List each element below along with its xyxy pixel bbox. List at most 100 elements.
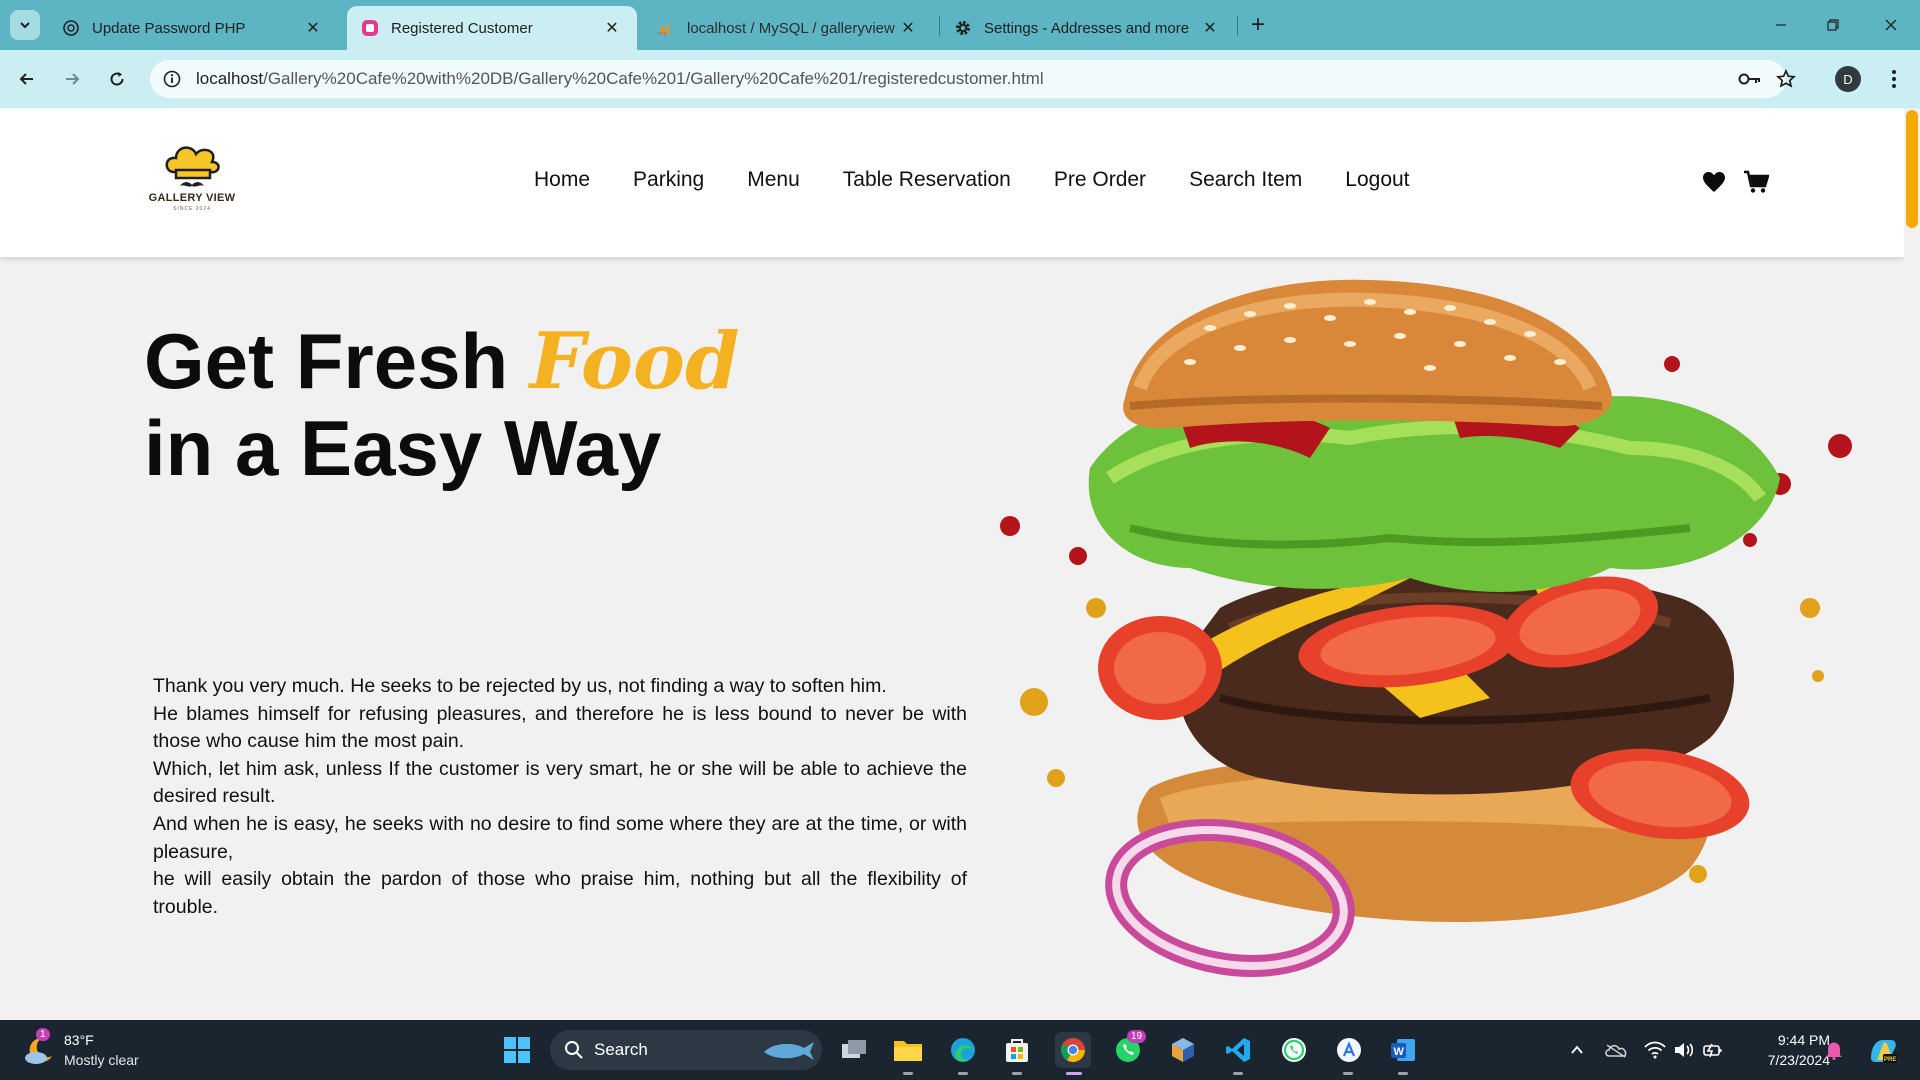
running-indicator <box>1343 1072 1353 1075</box>
burger-hero-image <box>1000 279 1852 977</box>
task-view-icon[interactable] <box>836 1032 872 1068</box>
search-icon <box>565 1041 583 1059</box>
chef-hat-logo-icon <box>165 146 220 187</box>
svg-text:php: php <box>658 31 667 37</box>
close-tab-icon[interactable]: ✕ <box>1199 17 1221 39</box>
running-indicator <box>1398 1072 1408 1075</box>
nav-home[interactable]: Home <box>534 168 590 192</box>
nav-pre-order[interactable]: Pre Order <box>1054 168 1146 192</box>
cart-icon[interactable] <box>1742 168 1770 196</box>
windows-taskbar: 1 83°F Mostly clear Search 19 W 9:44 PM … <box>0 1020 1920 1080</box>
logo-since-text: SINCE 2024 <box>173 206 211 212</box>
restore-button[interactable] <box>1810 8 1856 42</box>
arrow-left-icon <box>19 73 33 85</box>
browser-toolbar: localhost/Gallery%20Cafe%20with%20DB/Gal… <box>0 50 1920 108</box>
svg-text:W: W <box>1394 1046 1405 1058</box>
hero-paragraph: Which, let him ask, unless If the custom… <box>153 757 967 808</box>
gear-icon <box>954 19 972 37</box>
edge-browser-icon[interactable] <box>945 1032 981 1068</box>
phpmyadmin-icon: php <box>657 19 675 37</box>
running-indicator <box>1012 1072 1022 1075</box>
tab-title: localhost / MySQL / galleryview <box>687 19 895 37</box>
taskbar-search[interactable]: Search <box>550 1030 822 1070</box>
more-vertical-icon <box>1892 70 1896 88</box>
tab-title: Registered Customer <box>391 19 533 37</box>
password-key-icon[interactable] <box>1736 65 1764 93</box>
start-button[interactable] <box>499 1032 535 1068</box>
nav-parking[interactable]: Parking <box>633 168 704 192</box>
taskbar-search-label: Search <box>594 1040 648 1059</box>
close-tab-icon[interactable]: ✕ <box>897 17 919 39</box>
page-scrollbar-thumb[interactable] <box>1906 110 1918 228</box>
minimize-button[interactable] <box>1758 8 1804 42</box>
app-store-icon[interactable] <box>1331 1032 1367 1068</box>
tab-search-button[interactable] <box>10 10 40 40</box>
chevron-up-icon[interactable] <box>1565 1038 1589 1062</box>
weather-widget[interactable]: 1 83°F Mostly clear <box>22 1028 182 1072</box>
profile-avatar[interactable]: D <box>1835 66 1861 92</box>
nav-table-reservation[interactable]: Table Reservation <box>843 168 1011 192</box>
hero-paragraph: Thank you very much. He seeks to be reje… <box>153 675 887 697</box>
battery-icon[interactable] <box>1701 1038 1725 1062</box>
tab-phpmyadmin[interactable]: php localhost / MySQL / galleryview ✕ <box>643 6 933 50</box>
site-info-icon[interactable] <box>158 65 186 93</box>
forward-button[interactable] <box>56 63 88 95</box>
arrow-right-icon <box>66 73 80 85</box>
browser-menu-button[interactable] <box>1880 64 1908 94</box>
nav-menu[interactable]: Menu <box>747 168 800 192</box>
hero-paragraph: He blames himself for refusing pleasures… <box>153 702 967 753</box>
site-icon <box>361 19 379 37</box>
back-button[interactable] <box>11 63 43 95</box>
page-scrollbar-track[interactable] <box>1904 108 1920 1020</box>
hero-title-line2: in a Easy Way <box>144 404 662 492</box>
copilot-icon[interactable]: PRE <box>1866 1033 1900 1067</box>
tab-registered-customer[interactable]: Registered Customer ✕ <box>347 6 637 50</box>
reload-button[interactable] <box>101 63 133 95</box>
close-tab-icon[interactable]: ✕ <box>302 17 324 39</box>
url-path: /Gallery%20Cafe%20with%20DB/Gallery%20Ca… <box>263 69 1044 88</box>
site-logo[interactable]: GALLERY VIEW SINCE 2024 <box>146 142 238 224</box>
heart-icon[interactable] <box>1700 168 1728 196</box>
url-text[interactable]: localhost/Gallery%20Cafe%20with%20DB/Gal… <box>196 69 1044 89</box>
tab-update-password[interactable]: Update Password PHP ✕ <box>48 6 338 50</box>
volume-icon[interactable] <box>1672 1038 1696 1062</box>
close-tab-icon[interactable]: ✕ <box>601 17 623 39</box>
whatsapp-badge: 19 <box>1127 1030 1147 1043</box>
main-nav: Home Parking Menu Table Reservation Pre … <box>534 168 1453 192</box>
vscode-icon[interactable] <box>1220 1032 1256 1068</box>
tab-separator <box>1237 16 1238 36</box>
windows-logo-icon <box>504 1037 530 1063</box>
logo-brand-text: GALLERY VIEW <box>148 192 236 204</box>
file-explorer-icon[interactable] <box>890 1032 926 1068</box>
running-indicator <box>903 1072 913 1075</box>
taskbar-clock[interactable]: 9:44 PM 7/23/2024 <box>1740 1030 1830 1070</box>
nav-search-item[interactable]: Search Item <box>1189 168 1302 192</box>
nav-logout[interactable]: Logout <box>1345 168 1409 192</box>
clock-date: 7/23/2024 <box>1767 1052 1830 1068</box>
virtualbox-icon[interactable] <box>1165 1032 1201 1068</box>
tab-settings[interactable]: Settings - Addresses and more ✕ <box>940 6 1235 50</box>
clock-time: 9:44 PM <box>1777 1032 1830 1048</box>
hero-description: Thank you very much. He seeks to be reje… <box>153 673 967 921</box>
bookmark-star-icon[interactable] <box>1772 65 1800 93</box>
weather-temp: 83°F <box>64 1032 94 1048</box>
address-bar[interactable]: localhost/Gallery%20Cafe%20with%20DB/Gal… <box>150 60 1796 98</box>
restore-icon <box>1827 19 1839 31</box>
word-icon[interactable]: W <box>1385 1032 1421 1068</box>
running-indicator <box>958 1072 968 1075</box>
url-host: localhost <box>196 69 264 88</box>
notification-bell-icon[interactable] <box>1822 1038 1846 1062</box>
chevron-down-icon <box>20 22 30 29</box>
microsoft-store-icon[interactable] <box>999 1032 1035 1068</box>
wifi-icon[interactable] <box>1643 1038 1667 1062</box>
tab-title: Update Password PHP <box>92 19 246 37</box>
weather-badge: 1 <box>36 1028 50 1041</box>
whatsapp-desktop-icon[interactable] <box>1276 1032 1312 1068</box>
hero-title-part1: Get Fresh <box>144 317 530 405</box>
new-tab-button[interactable]: + <box>1243 10 1273 40</box>
chrome-icon[interactable] <box>1055 1032 1091 1068</box>
site-header: GALLERY VIEW SINCE 2024 Home Parking Men… <box>0 108 1904 257</box>
chatgpt-icon <box>62 19 80 37</box>
close-window-button[interactable] <box>1868 8 1914 42</box>
onedrive-icon[interactable] <box>1604 1038 1628 1062</box>
